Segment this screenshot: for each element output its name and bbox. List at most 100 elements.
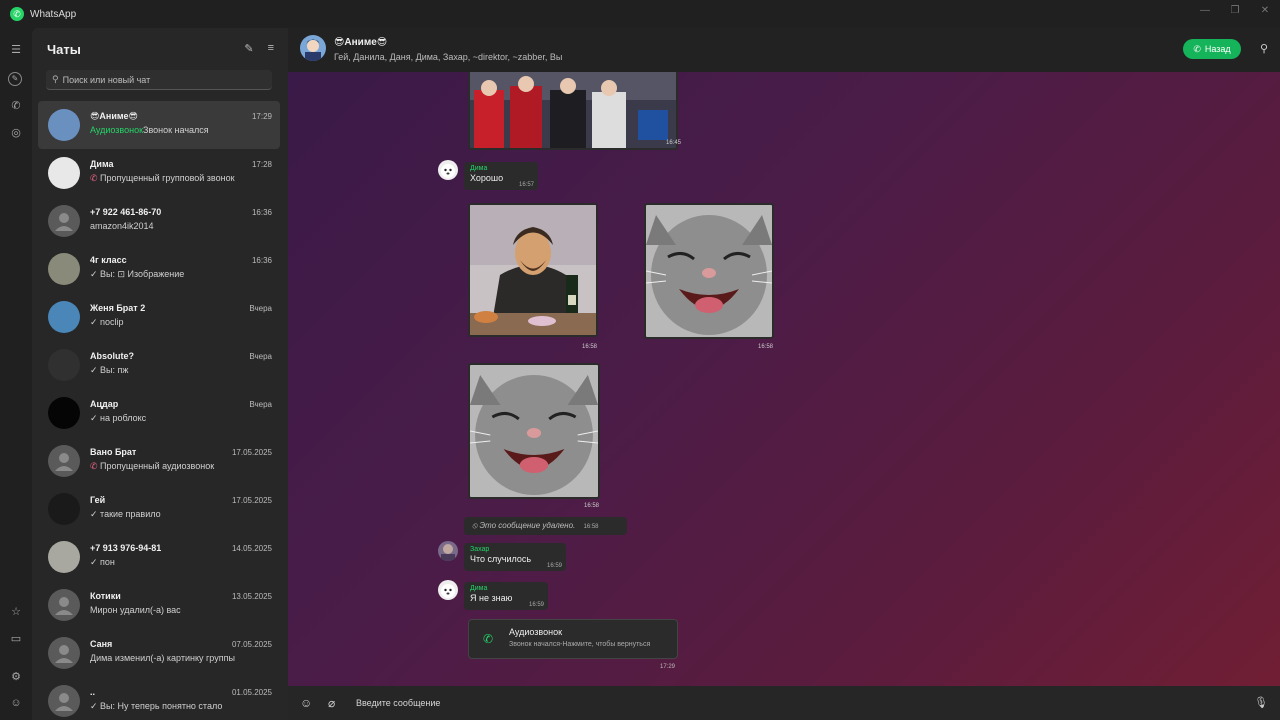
- chat-preview: Дима изменил(-а) картинку группы: [90, 653, 270, 663]
- chat-time: 17:29: [251, 112, 272, 121]
- maximize-icon[interactable]: ❐: [1220, 0, 1250, 28]
- search-box: ⚲: [46, 70, 272, 90]
- chat-avatar: [48, 157, 80, 189]
- menu-icon[interactable]: ☰: [8, 42, 24, 58]
- chat-name: Саня: [90, 639, 113, 649]
- chat-list-item[interactable]: Гей 17.05.2025 ✓ такие правило: [38, 485, 280, 533]
- status-icon[interactable]: ◎: [8, 125, 24, 141]
- sender-avatar[interactable]: [438, 580, 458, 600]
- chat-preview: ✓ пон: [90, 557, 270, 568]
- return-to-call-button[interactable]: ✆ Назад: [1183, 39, 1241, 59]
- chat-list-item[interactable]: Вано Брат 17.05.2025 ✆ Пропущенный аудиозв…: [38, 437, 280, 485]
- archive-icon[interactable]: ▭: [8, 631, 24, 647]
- message-bubble[interactable]: Дима Хорошо 16:57: [464, 162, 538, 190]
- chat-list-item[interactable]: +7 922 461-86-70 16:36 amazon4ik2014: [38, 197, 280, 245]
- chat-preview: АудиозвонокЗвонок начался: [90, 125, 270, 135]
- chat-list-item[interactable]: 4г класс 16:36 ✓ Вы: ⊡ Изображение: [38, 245, 280, 293]
- profile-icon[interactable]: ☺: [8, 695, 24, 711]
- chat-name: +7 913 976-94-81: [90, 543, 162, 553]
- chat-preview: Мирон удалил(-а) вас: [90, 605, 270, 615]
- emoji-icon[interactable]: ☺: [300, 696, 312, 710]
- chat-time: 14.05.2025: [231, 544, 272, 553]
- message-photo[interactable]: [468, 203, 598, 337]
- message-input[interactable]: [356, 694, 1236, 712]
- chat-avatar: [48, 637, 80, 669]
- chat-preview: ✓ Вы: ⊡ Изображение: [90, 269, 270, 280]
- sender-avatar[interactable]: [438, 160, 458, 180]
- message-time: 16:59: [546, 563, 562, 569]
- chat-name: Котики: [90, 591, 121, 601]
- chat-members: Гей, Данила, Даня, Дима, Захар, ~direkto…: [334, 52, 563, 62]
- chat-avatar: [48, 493, 80, 525]
- chat-list-item[interactable]: Женя Брат 2 Вчера ✓ noclip: [38, 293, 280, 341]
- message-time: 16:59: [528, 602, 544, 608]
- message-time: 16:58: [583, 524, 599, 530]
- settings-icon[interactable]: ⚙: [8, 669, 24, 685]
- chat-preview: ✓ Вы: Ну теперь понятно стало: [90, 701, 270, 712]
- app-title: WhatsApp: [30, 8, 77, 20]
- message-bubble[interactable]: Захар Что случилось 16:59: [464, 543, 566, 571]
- search-icon: ⚲: [52, 74, 59, 84]
- deleted-message[interactable]: ⦸ Это сообщение удалено. 16:58: [464, 517, 627, 535]
- message-time: 16:58: [582, 344, 598, 350]
- chat-name: Absolute?: [90, 351, 134, 361]
- minimize-icon[interactable]: —: [1190, 0, 1220, 28]
- starred-icon[interactable]: ☆: [8, 604, 24, 620]
- audio-call-card[interactable]: ✆ Аудиозвонок Звонок начался-Нажмите, чт…: [468, 619, 678, 670]
- chat-list-item[interactable]: Ацдар Вчера ✓ на роблокс: [38, 389, 280, 437]
- chat-preview: amazon4ik2014: [90, 221, 270, 231]
- chat-time: 17.05.2025: [231, 448, 272, 457]
- chat-name: 4г класс: [90, 255, 127, 265]
- message-time: 16:45: [666, 140, 682, 146]
- filter-icon[interactable]: ≡: [268, 42, 274, 55]
- sender-avatar[interactable]: [438, 541, 458, 561]
- chat-list-item[interactable]: Дима 17:28 ✆ Пропущенный групповой звонок: [38, 149, 280, 197]
- chat-preview-text: ✓ Вы: пж: [90, 365, 129, 375]
- sidebar-tools: ✎ ≡: [244, 42, 274, 55]
- chat-search-icon[interactable]: ⚲: [1260, 42, 1268, 55]
- chat-header[interactable]: 😎Аниме😎 Гей, Данила, Даня, Дима, Захар, …: [288, 28, 1280, 72]
- chat-name: Вано Брат: [90, 447, 137, 457]
- message-photo[interactable]: [468, 72, 678, 150]
- chat-time: 01.05.2025: [231, 688, 272, 697]
- return-to-call-label: Назад: [1204, 44, 1231, 54]
- chat-list-item[interactable]: +7 913 976-94-81 14.05.2025 ✓ пон: [38, 533, 280, 581]
- chat-preview-text: Пропущенный аудиозвонок: [100, 461, 215, 471]
- chat-preview-text: ✓ пон: [90, 557, 115, 567]
- message-time: 16:57: [518, 182, 534, 188]
- search-input[interactable]: [62, 74, 263, 85]
- chat-preview-prefix: Аудиозвонок: [90, 125, 144, 135]
- chat-time: 16:36: [251, 208, 272, 217]
- call-active-icon: ✆: [483, 632, 494, 646]
- calls-icon[interactable]: ✆: [8, 98, 24, 114]
- chat-time: Вчера: [249, 400, 272, 409]
- message-photo[interactable]: [644, 203, 774, 339]
- message-time: 16:58: [584, 503, 600, 509]
- group-avatar[interactable]: [300, 35, 326, 61]
- chat-name: Гей: [90, 495, 106, 505]
- deleted-message-text: Это сообщение удалено.: [479, 521, 576, 530]
- chat-list-item[interactable]: 😎Аниме😎 17:29 АудиозвонокЗвонок начался: [38, 101, 280, 149]
- chat-preview-text: Звонок начался: [143, 125, 209, 135]
- message-composer: ☺ ⌀ 🎙: [288, 686, 1280, 720]
- message-bubble[interactable]: Дима Я не знаю 16:59: [464, 582, 548, 610]
- chat-list-item[interactable]: Absolute? Вчера ✓ Вы: пж: [38, 341, 280, 389]
- microphone-icon[interactable]: 🎙: [1254, 696, 1268, 709]
- message-area[interactable]: 16:45 Дима Хорошо 16:57 16:58 16:58 16:5…: [288, 72, 1280, 686]
- chat-list-item[interactable]: Котики 13.05.2025 Мирон удалил(-а) вас: [38, 581, 280, 629]
- attach-icon[interactable]: ⌀: [328, 696, 335, 710]
- message-photo[interactable]: [468, 363, 600, 499]
- chat-list-item[interactable]: Саня 07.05.2025 Дима изменил(-а) картинку …: [38, 629, 280, 677]
- chat-avatar: [48, 445, 80, 477]
- missed-call-icon: ✆: [90, 461, 101, 471]
- new-chat-icon[interactable]: ✎: [244, 42, 253, 55]
- chat-preview: ✓ Вы: пж: [90, 365, 270, 376]
- message-sender: Дима: [470, 585, 488, 592]
- close-icon[interactable]: ✕: [1250, 0, 1280, 28]
- chat-preview-text: ✓ Вы: ⊡ Изображение: [90, 269, 185, 279]
- message-time: 16:58: [758, 344, 774, 350]
- chats-icon[interactable]: ✎: [8, 72, 22, 86]
- blocked-icon: ⦸: [472, 521, 478, 530]
- chat-list-item[interactable]: .. 01.05.2025 ✓ Вы: Ну теперь понятно стал…: [38, 677, 280, 720]
- chat-avatar: [48, 397, 80, 429]
